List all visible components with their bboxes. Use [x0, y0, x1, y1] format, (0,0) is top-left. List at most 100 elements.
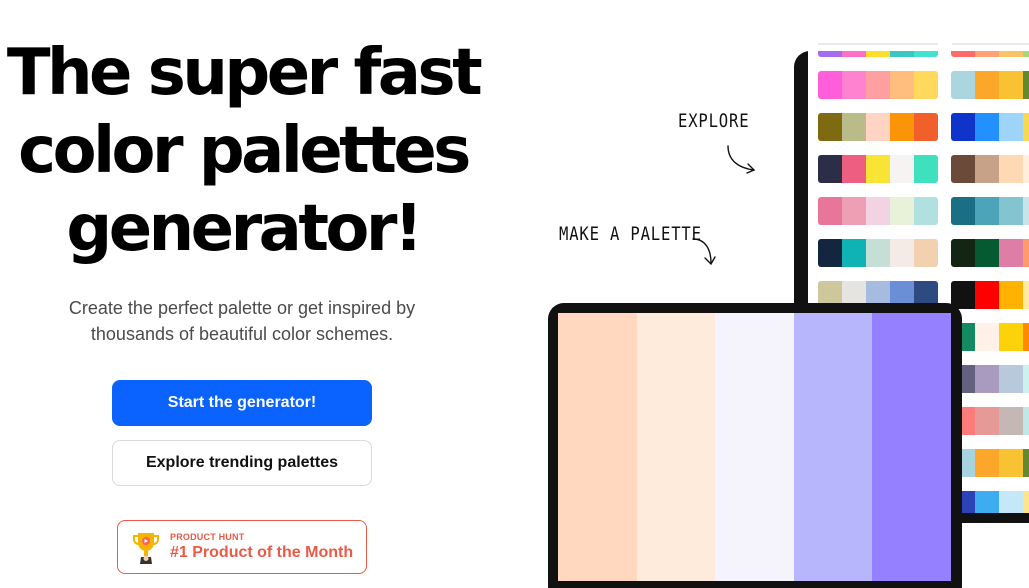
start-generator-button[interactable]: Start the generator! [112, 380, 372, 426]
palette-card-swatch [818, 71, 842, 99]
palette-card-swatch [914, 155, 938, 183]
palette-card-swatch [999, 407, 1023, 435]
product-hunt-title: #1 Product of the Month [170, 544, 354, 561]
palette-card-swatch [999, 365, 1023, 393]
explore-trending-button[interactable]: Explore trending palettes [112, 440, 372, 486]
palette-card-swatch [1023, 51, 1029, 57]
palette-card[interactable] [951, 365, 1029, 393]
palette-card-swatch [975, 323, 999, 351]
palette-card[interactable] [818, 113, 938, 141]
palette-card[interactable] [951, 197, 1029, 225]
palette-card-swatch [890, 239, 914, 267]
palette-card-swatch [975, 71, 999, 99]
palette-card[interactable] [951, 449, 1029, 477]
palette-card-swatch [1023, 197, 1029, 225]
generator-palette [558, 313, 951, 581]
palette-card-swatch [975, 239, 999, 267]
palette-card-swatch [999, 113, 1023, 141]
palette-card[interactable] [818, 155, 938, 183]
palette-swatch-1[interactable] [558, 313, 637, 581]
make-palette-arrow-icon [692, 238, 716, 266]
palette-card-swatch [866, 155, 890, 183]
palette-card-swatch [999, 71, 1023, 99]
hero-title-line-2: color palettes [18, 114, 471, 188]
palette-card-swatch [842, 239, 866, 267]
palette-card[interactable] [818, 51, 938, 57]
palette-card[interactable] [951, 71, 1029, 99]
palette-swatch-2[interactable] [636, 313, 716, 581]
palette-card[interactable] [818, 197, 938, 225]
palette-card-swatch [1023, 365, 1029, 393]
palette-card-swatch [975, 155, 999, 183]
palette-card-swatch [866, 51, 890, 57]
palette-card-swatch [866, 71, 890, 99]
palette-card-swatch [999, 491, 1023, 513]
palette-swatch-5[interactable] [872, 313, 951, 581]
palette-card-swatch [914, 239, 938, 267]
palette-card-swatch [818, 155, 842, 183]
palette-card-swatch [818, 239, 842, 267]
palette-card-swatch [890, 155, 914, 183]
palette-card-swatch [890, 71, 914, 99]
palette-card[interactable] [951, 281, 1029, 309]
hero-subtitle: Create the perfect palette or get inspir… [40, 295, 444, 347]
hero-title: The super fast color palettes generator! [0, 34, 486, 268]
palette-card-swatch [999, 239, 1023, 267]
palette-card-swatch [999, 281, 1023, 309]
palette-card-swatch [818, 197, 842, 225]
palette-card-swatch [914, 71, 938, 99]
divider [952, 43, 1029, 45]
palette-card-swatch [842, 51, 866, 57]
palette-card-swatch [890, 113, 914, 141]
palette-card-swatch [842, 197, 866, 225]
palette-card-swatch [1023, 449, 1029, 477]
palette-card-swatch [914, 197, 938, 225]
palette-card-swatch [866, 197, 890, 225]
palette-card[interactable] [818, 71, 938, 99]
palette-card-swatch [975, 491, 999, 513]
palette-card-swatch [951, 197, 975, 225]
palette-card-swatch [890, 197, 914, 225]
palette-card-swatch [1023, 71, 1029, 99]
palette-card-swatch [975, 113, 999, 141]
trophy-icon [133, 533, 159, 564]
palette-card-swatch [914, 51, 938, 57]
palette-card-swatch [999, 449, 1023, 477]
palette-card[interactable] [951, 239, 1029, 267]
palette-card-swatch [818, 113, 842, 141]
palette-card-swatch [975, 51, 999, 57]
hero-subtitle-line-1: Create the perfect palette or get inspir… [68, 298, 416, 318]
palette-card-swatch [1023, 113, 1029, 141]
product-hunt-kicker: PRODUCT HUNT [170, 532, 245, 542]
palette-card-swatch [1023, 491, 1029, 513]
palette-card-swatch [1023, 407, 1029, 435]
palette-card-swatch [975, 197, 999, 225]
palette-card-swatch [914, 113, 938, 141]
palette-card-swatch [818, 51, 842, 57]
palette-card-swatch [1023, 281, 1029, 309]
hero-title-line-3: generator! [66, 192, 423, 266]
explore-arrow-icon [727, 145, 756, 174]
palette-card-swatch [975, 365, 999, 393]
palette-card[interactable] [818, 239, 938, 267]
explore-annotation: EXPLORE [678, 110, 750, 132]
palette-card-swatch [951, 113, 975, 141]
generator-monitor [548, 303, 962, 588]
palette-card[interactable] [951, 113, 1029, 141]
hero-title-line-1: The super fast [6, 36, 483, 110]
palette-card[interactable] [951, 323, 1029, 351]
make-palette-annotation: MAKE A PALETTE [559, 223, 702, 245]
palette-card-swatch [890, 51, 914, 57]
palette-card-swatch [975, 407, 999, 435]
palette-card-swatch [842, 155, 866, 183]
palette-card-swatch [842, 71, 866, 99]
palette-card[interactable] [951, 51, 1029, 57]
palette-card[interactable] [951, 491, 1029, 513]
hero-subtitle-line-2: thousands of beautiful color schemes. [90, 324, 394, 344]
palette-swatch-4[interactable] [793, 313, 873, 581]
palette-swatch-3[interactable] [715, 313, 794, 581]
product-hunt-badge[interactable]: PRODUCT HUNT #1 Product of the Month [117, 520, 367, 574]
palette-card[interactable] [951, 155, 1029, 183]
palette-card[interactable] [951, 407, 1029, 435]
palette-card-swatch [975, 281, 999, 309]
